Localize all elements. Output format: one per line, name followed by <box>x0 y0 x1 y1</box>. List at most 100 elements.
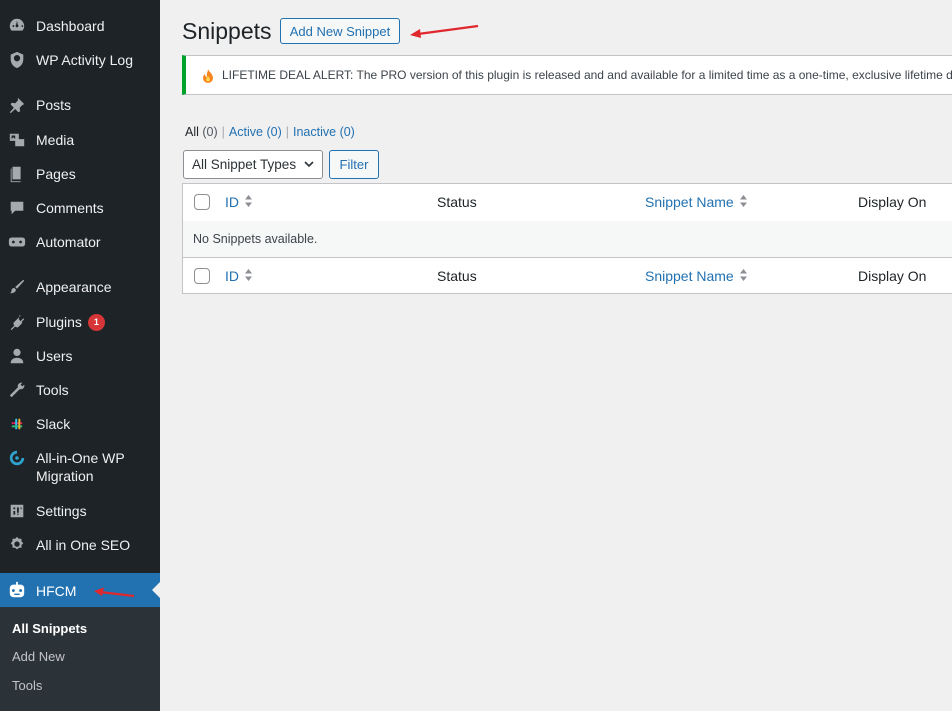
select-all-checkbox[interactable] <box>194 194 210 210</box>
sort-icon <box>245 195 252 208</box>
empty-message: No Snippets available. <box>193 232 318 246</box>
sidebar-item-label: Pages <box>36 166 76 182</box>
sidebar-item-label: All-in-One WP <box>36 450 125 466</box>
sidebar-item-label: HFCM <box>36 582 77 599</box>
submenu-item-add-new[interactable]: Add New <box>12 649 65 664</box>
column-footer-label: ID <box>225 268 239 284</box>
column-header-snippet-name[interactable]: Snippet Name <box>645 194 748 210</box>
comment-icon <box>7 198 27 218</box>
sidebar-item-label: Tools <box>36 382 69 398</box>
submenu-item-all-snippets[interactable]: All Snippets <box>12 621 87 636</box>
filter-inactive-count: (0) <box>339 125 355 139</box>
migration-icon <box>7 448 27 468</box>
column-header-id[interactable]: ID <box>225 194 253 210</box>
active-menu-indicator <box>152 582 160 598</box>
sidebar-item-label: Migration <box>36 468 94 484</box>
shield-icon <box>7 50 27 70</box>
sidebar-item-media[interactable]: Media <box>0 130 160 150</box>
filter-inactive-label: Inactive <box>292 125 337 139</box>
sidebar-item-label: Plugins <box>36 314 82 330</box>
sidebar-item-posts[interactable]: Posts <box>0 95 160 115</box>
sidebar-item-wp-activity-log[interactable]: WP Activity Log <box>0 50 160 70</box>
column-footer-display-on: Display On <box>858 268 927 284</box>
sidebar-item-comments[interactable]: Comments <box>0 198 160 218</box>
filter-button[interactable]: Filter <box>329 150 379 179</box>
fire-icon <box>203 69 213 83</box>
sidebar-item-pages[interactable]: Pages <box>0 164 160 184</box>
settings-icon <box>7 501 27 521</box>
sidebar-item-plugins[interactable]: Plugins 1 <box>0 312 160 332</box>
snippet-type-select[interactable]: All Snippet Types <box>183 150 323 179</box>
filter-active-count: (0) <box>266 125 282 139</box>
filter-active-link[interactable]: Active (0) <box>229 125 282 139</box>
filter-separator: | <box>285 125 289 139</box>
sidebar-item-label: Dashboard <box>36 18 105 34</box>
wrench-icon <box>7 380 27 400</box>
sidebar-item-label: Media <box>36 132 75 148</box>
table-footer-row: ID Status Snippet Name Display On <box>183 257 952 295</box>
seo-icon <box>7 535 27 555</box>
sort-icon <box>739 195 747 208</box>
column-header-label: Snippet Name <box>645 194 734 210</box>
sidebar-item-label: Settings <box>36 503 87 519</box>
admin-sidebar: Dashboard WP Activity Log Posts Media Pa… <box>0 0 160 711</box>
plugin-icon <box>7 312 27 332</box>
sort-icon <box>739 269 747 282</box>
sidebar-item-label: Comments <box>36 200 104 216</box>
add-new-snippet-button[interactable]: Add New Snippet <box>280 18 400 44</box>
snippets-table: ID Status Snippet Name Display On No Sni… <box>182 183 952 294</box>
sort-icon <box>245 269 252 282</box>
table-header-row: ID Status Snippet Name Display On <box>183 184 952 222</box>
filter-all-link[interactable]: All (0) <box>185 125 218 139</box>
sidebar-item-label: All in One SEO <box>36 537 131 553</box>
hfcm-robot-icon <box>7 580 27 600</box>
sidebar-item-appearance[interactable]: Appearance <box>0 277 160 297</box>
sidebar-item-settings[interactable]: Settings <box>0 501 160 521</box>
column-footer-snippet-name[interactable]: Snippet Name <box>645 268 748 284</box>
column-header-label: ID <box>225 194 239 210</box>
sidebar-item-label: Slack <box>36 416 71 432</box>
column-footer-id[interactable]: ID <box>225 268 253 284</box>
dashboard-icon <box>7 16 27 36</box>
user-icon <box>7 346 27 366</box>
brush-icon <box>7 277 27 297</box>
annotation-arrow-add-new <box>410 24 479 38</box>
sidebar-item-label: Users <box>36 348 73 364</box>
status-filter-links: All (0) | Active (0) | Inactive (0) <box>185 125 355 139</box>
filter-all-count: (0) <box>202 125 218 139</box>
sidebar-item-dashboard[interactable]: Dashboard <box>0 16 160 36</box>
sidebar-item-all-in-one-seo[interactable]: All in One SEO <box>0 535 160 555</box>
sidebar-item-label: WP Activity Log <box>36 52 134 68</box>
column-footer-status: Status <box>437 268 477 284</box>
filter-all-label: All <box>185 125 199 139</box>
sidebar-item-label: Automator <box>36 234 101 250</box>
notice-text: LIFETIME DEAL ALERT: The PRO version of … <box>222 68 952 82</box>
column-footer-label: Snippet Name <box>645 268 734 284</box>
sidebar-item-tools[interactable]: Tools <box>0 380 160 400</box>
main-content: Snippets Add New Snippet LIFETIME DEAL A… <box>160 0 952 711</box>
snippet-type-select-value: All Snippet Types <box>192 157 297 172</box>
slack-icon <box>7 414 27 434</box>
sidebar-item-slack[interactable]: Slack <box>0 414 160 434</box>
filter-separator: | <box>221 125 225 139</box>
submenu-item-tools[interactable]: Tools <box>12 678 42 693</box>
filter-inactive-link[interactable]: Inactive (0) <box>293 125 355 139</box>
sidebar-item-label: Posts <box>36 97 72 113</box>
column-header-status: Status <box>437 194 477 210</box>
media-icon <box>7 130 27 150</box>
sidebar-item-users[interactable]: Users <box>0 346 160 366</box>
sidebar-item-automator[interactable]: Automator <box>0 232 160 252</box>
sidebar-item-label: Appearance <box>36 279 112 295</box>
lifetime-deal-notice: LIFETIME DEAL ALERT: The PRO version of … <box>182 55 952 95</box>
page-title: Snippets <box>182 18 272 44</box>
filter-active-label: Active <box>228 125 263 139</box>
pin-icon <box>7 95 27 115</box>
chevron-down-icon <box>304 161 314 168</box>
empty-table-row: No Snippets available. <box>183 221 952 257</box>
robot-icon <box>7 232 27 252</box>
annotation-arrow-hfcm <box>94 587 135 598</box>
hfcm-submenu: All Snippets Add New Tools <box>0 607 160 711</box>
select-all-checkbox-footer[interactable] <box>194 268 210 284</box>
sidebar-item-all-in-one-wp-migration[interactable]: All-in-One WP Migration <box>0 448 160 485</box>
update-count-badge: 1 <box>87 313 105 331</box>
